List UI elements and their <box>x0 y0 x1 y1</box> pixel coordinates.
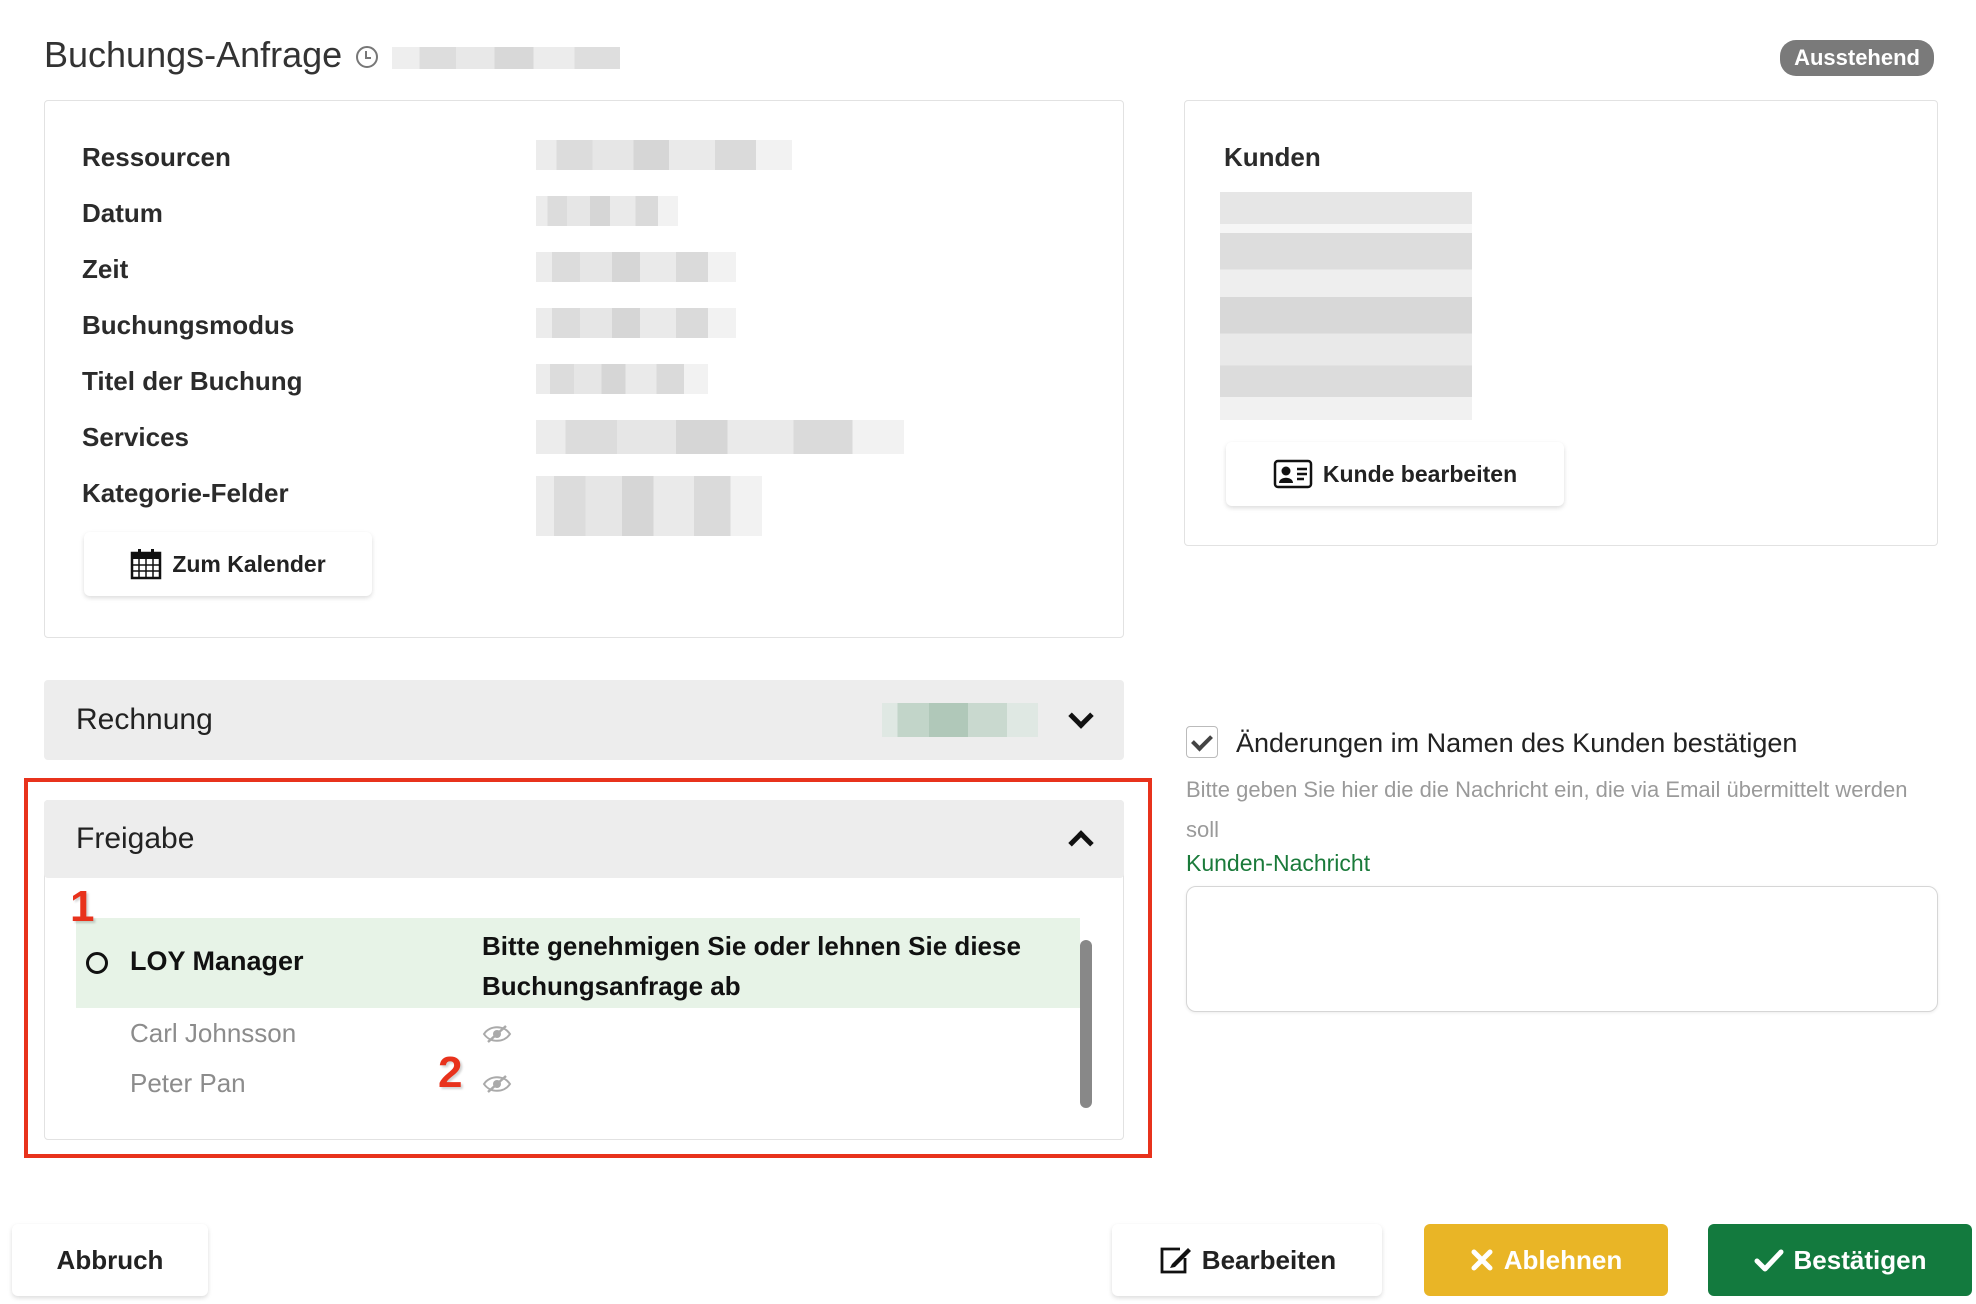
field-label-titel: Titel der Buchung <box>82 366 303 396</box>
edit-icon <box>1160 1247 1191 1274</box>
field-label-ressourcen: Ressourcen <box>82 142 231 172</box>
reject-button[interactable]: Ablehnen <box>1424 1224 1668 1296</box>
field-label-zeit: Zeit <box>82 254 129 284</box>
status-badge: Ausstehend <box>1780 40 1934 76</box>
page-header: Buchungs-Anfrage <box>44 34 621 76</box>
field-label-services: Services <box>82 422 189 452</box>
invoice-title: Rechnung <box>76 703 213 736</box>
calendar-button-label: Zum Kalender <box>172 550 326 577</box>
x-icon <box>1471 1249 1493 1271</box>
redacted-value <box>536 420 904 454</box>
calendar-button[interactable]: Zum Kalender <box>84 532 372 596</box>
chevron-down-icon <box>1068 703 1094 729</box>
page-title: Buchungs-Anfrage <box>44 34 343 75</box>
cancel-label: Abbruch <box>56 1244 164 1275</box>
redacted-value <box>536 476 762 536</box>
edit-button[interactable]: Bearbeiten <box>1112 1224 1382 1296</box>
redacted-timestamp <box>392 47 621 69</box>
id-card-icon <box>1273 459 1313 489</box>
redacted-customer-info <box>1220 192 1472 420</box>
edit-label: Bearbeiten <box>1201 1244 1337 1275</box>
cancel-button[interactable]: Abbruch <box>12 1224 208 1296</box>
confirm-label: Bestätigen <box>1793 1244 1927 1275</box>
customer-message-label: Kunden-Nachricht <box>1186 850 1371 876</box>
field-label-datum: Datum <box>82 198 163 228</box>
redacted-invoice-amount <box>882 703 1038 737</box>
redacted-value <box>536 252 736 282</box>
customer-title: Kunden <box>1224 142 1321 172</box>
edit-customer-label: Kunde bearbeiten <box>1322 460 1518 487</box>
field-label-kategorie: Kategorie-Felder <box>82 478 289 508</box>
highlight-annotation-box <box>24 778 1152 1158</box>
confirm-changes-checkbox[interactable] <box>1186 726 1218 758</box>
calendar-icon <box>131 549 162 580</box>
redacted-value <box>536 196 678 226</box>
invoice-section-header[interactable]: Rechnung <box>44 680 1124 760</box>
clock-icon <box>356 46 379 68</box>
confirm-changes-label: Änderungen im Namen des Kunden bestätige… <box>1236 728 1798 758</box>
redacted-value <box>536 140 792 170</box>
edit-customer-button[interactable]: Kunde bearbeiten <box>1226 442 1564 506</box>
message-hint: Bitte geben Sie hier die die Nachricht e… <box>1186 777 1908 842</box>
confirm-button[interactable]: Bestätigen <box>1708 1224 1972 1296</box>
reject-label: Ablehnen <box>1503 1244 1623 1275</box>
redacted-value <box>536 308 736 338</box>
field-label-buchungsmodus: Buchungsmodus <box>82 310 295 340</box>
redacted-value <box>536 364 708 394</box>
checkmark-icon <box>1754 1249 1784 1272</box>
customer-message-input[interactable] <box>1186 886 1938 1012</box>
